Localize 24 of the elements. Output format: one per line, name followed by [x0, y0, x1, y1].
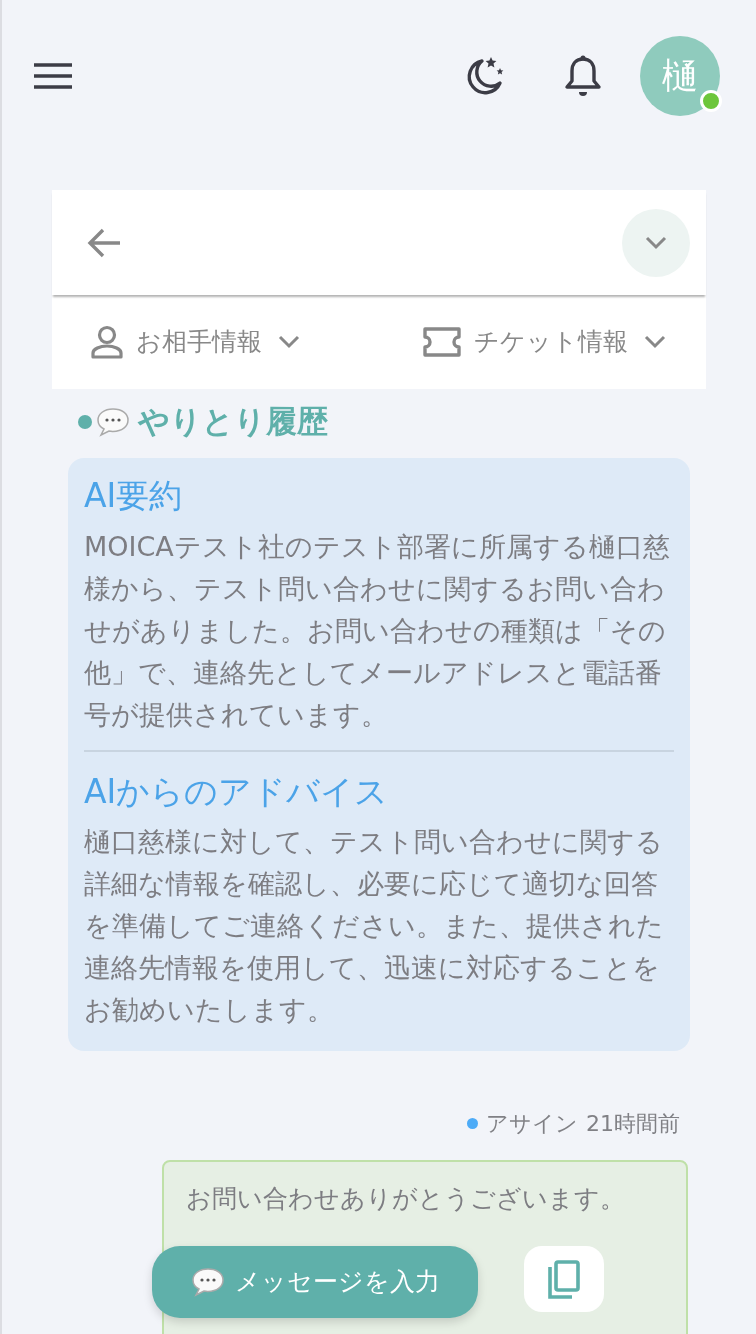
- user-avatar[interactable]: 樋: [640, 36, 720, 116]
- section-toggle[interactable]: お相手情報: [90, 323, 300, 361]
- chat-bubble-icon: [190, 1267, 225, 1297]
- ai-heading: AI要約: [84, 476, 184, 516]
- section-title: やりとり履歴: [138, 403, 328, 441]
- chevron-down-icon: [278, 335, 300, 349]
- ticket-icon: [422, 326, 462, 358]
- copy-icon: [546, 1259, 582, 1299]
- section-toggle[interactable]: チケット情報: [422, 323, 666, 361]
- message-input-button[interactable]: メッセージを入力: [152, 1246, 478, 1318]
- notification-button[interactable]: [564, 54, 602, 98]
- event-label: アサイン: [486, 1110, 578, 1139]
- chat-bubble-icon: [96, 406, 130, 437]
- chevron-down-icon: [644, 335, 666, 349]
- message-text: お問い合わせありがとうございます。: [186, 1183, 626, 1216]
- ai-text: MOICAテスト社のテスト部署に所属する樋口慈様から、テスト問い合わせに関するお問い合わせがありました。お問い合わせの種類は「その他」で、連絡先としてメールアドレスと電話番号が提供されています。: [84, 529, 671, 732]
- menu-button[interactable]: [34, 63, 72, 89]
- ai-text: 樋口慈様に対して、テスト問い合わせに関する詳細な情報を確認し、必要に応じて適切な回答を準備してご連絡ください。また、提供された連絡先情報を使用して、迅速に対応することをお勧めいたします。: [84, 825, 665, 1028]
- event-time: 21時間前: [586, 1110, 680, 1139]
- status-dot: [78, 414, 92, 429]
- person-icon: [90, 325, 124, 359]
- back-button[interactable]: [86, 226, 122, 259]
- ai-heading: AIからのアドバイス: [84, 771, 390, 812]
- chevron-down-icon: [645, 235, 667, 250]
